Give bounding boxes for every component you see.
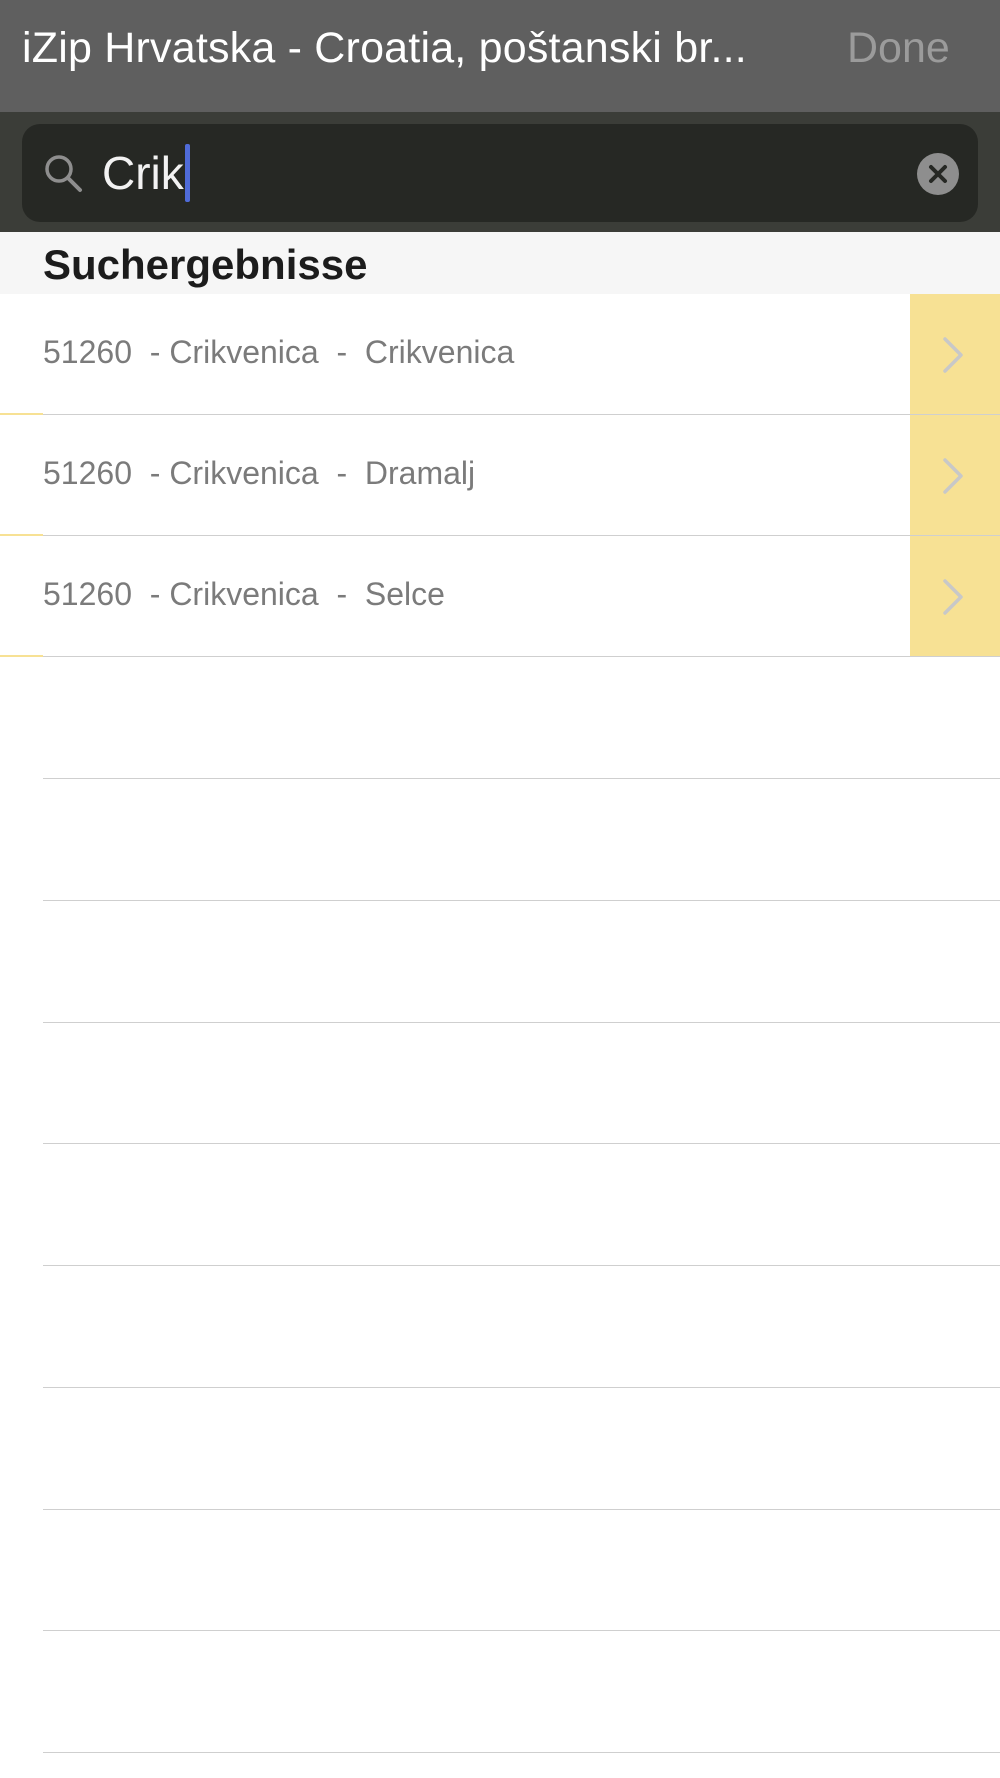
- result-label: 51260 - Crikvenica - Dramalj: [43, 455, 476, 491]
- result-label: 51260 - Crikvenica - Crikvenica: [43, 334, 515, 370]
- chevron-right-icon: [943, 337, 963, 373]
- section-header: Suchergebnisse: [0, 232, 1000, 294]
- done-button[interactable]: Done: [847, 24, 950, 73]
- text-caret: [184, 144, 190, 202]
- result-label: 51260 - Crikvenica - Selce: [43, 576, 445, 612]
- row-accessory[interactable]: [910, 415, 1000, 536]
- result-row[interactable]: 51260 - Crikvenica - Dramalj: [0, 415, 1000, 536]
- empty-row-separator: [43, 1630, 1000, 1631]
- row-accessory[interactable]: [910, 536, 1000, 657]
- result-row[interactable]: 51260 - Crikvenica - Selce: [0, 536, 1000, 657]
- row-separator-accent: [0, 655, 43, 657]
- search-field[interactable]: Crik: [22, 124, 978, 222]
- empty-row-separator: [43, 1509, 1000, 1510]
- result-row[interactable]: 51260 - Crikvenica - Crikvenica: [0, 294, 1000, 415]
- empty-row-separator: [43, 778, 1000, 779]
- empty-row-separator: [43, 1387, 1000, 1388]
- search-bar: Crik: [0, 112, 1000, 232]
- empty-row-separator: [43, 1022, 1000, 1023]
- chevron-right-icon: [943, 579, 963, 615]
- search-input[interactable]: Crik: [102, 144, 882, 202]
- navigation-bar: iZip Hrvatska - Croatia, poštanski br...…: [0, 0, 1000, 112]
- chevron-right-icon: [943, 458, 963, 494]
- empty-row-separator: [43, 1143, 1000, 1144]
- search-icon: [45, 155, 82, 192]
- section-title: Suchergebnisse: [43, 241, 368, 288]
- nav-title: iZip Hrvatska - Croatia, poštanski br...: [22, 24, 747, 72]
- search-input-value: Crik: [102, 147, 184, 199]
- row-accessory[interactable]: [910, 294, 1000, 415]
- empty-row-separator: [43, 1265, 1000, 1266]
- empty-row-separator: [43, 1752, 1000, 1753]
- empty-row-separator: [43, 900, 1000, 901]
- row-separator: [0, 656, 1000, 657]
- clear-search-icon[interactable]: [917, 153, 959, 195]
